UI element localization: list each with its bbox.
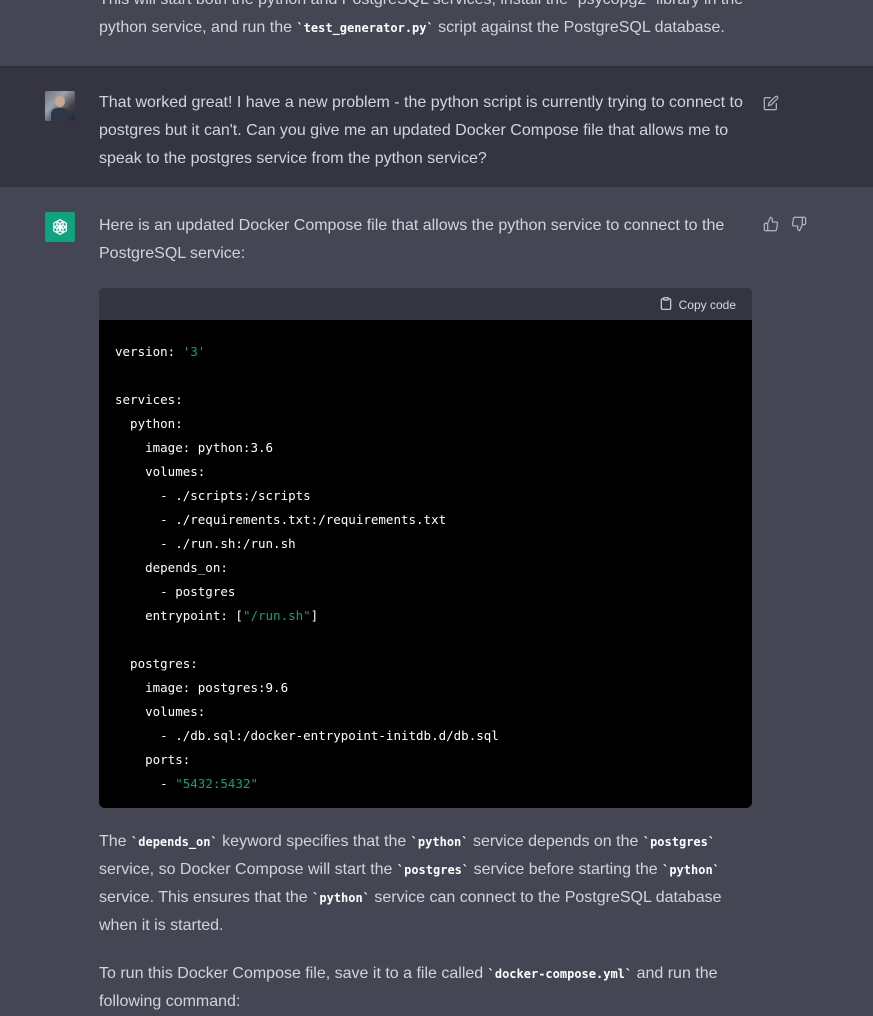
inline-code: `python`: [312, 891, 370, 905]
code-line: entrypoint: ["/run.sh"]: [115, 608, 319, 623]
clipboard-icon: [659, 296, 673, 314]
code-line: volumes:: [115, 464, 206, 479]
openai-logo-icon: [45, 212, 75, 242]
code-line: image: python:3.6: [115, 440, 274, 455]
code-line: - ./requirements.txt:/requirements.txt: [115, 512, 447, 527]
code-block-header: Copy code: [99, 288, 752, 320]
previous-reply-block: This will start both the python and Post…: [0, 0, 873, 66]
code-line: image: postgres:9.6: [115, 680, 289, 695]
copy-code-button[interactable]: Copy code: [659, 296, 736, 314]
previous-reply-text: This will start both the python and Post…: [99, 0, 749, 42]
run-instructions-text: To run this Docker Compose file, save it…: [99, 965, 718, 1010]
copy-code-label: Copy code: [678, 298, 736, 312]
code-line: services:: [115, 392, 183, 407]
code-line: ports:: [115, 752, 191, 767]
code-line: - ./run.sh:/run.sh: [115, 536, 296, 551]
code-line: - "5432:5432": [115, 776, 259, 791]
code-line: depends_on:: [115, 560, 228, 575]
inline-code: `postgres`: [642, 835, 716, 849]
inline-code: `python`: [410, 835, 469, 849]
inline-code: `test_generator.py`: [296, 21, 434, 35]
user-message-text: That worked great! I have a new problem …: [99, 94, 743, 167]
code-line: volumes:: [115, 704, 206, 719]
code-line: - postgres: [115, 584, 236, 599]
thumbs-up-icon[interactable]: [762, 215, 780, 233]
code-line: python:: [115, 416, 183, 431]
code-block: Copy code version: '3' services: python:…: [99, 288, 752, 808]
code-line: - ./scripts:/scripts: [115, 488, 311, 503]
inline-code: `python`: [662, 863, 720, 877]
explanation-text: The `depends_on` keyword specifies that …: [99, 833, 722, 934]
user-avatar: [45, 91, 75, 121]
inline-code: `postgres`: [396, 863, 470, 877]
previous-reply-line1: This will start both the python and Post…: [99, 0, 743, 8]
code-line: - ./db.sql:/docker-entrypoint-initdb.d/d…: [115, 728, 499, 743]
code-body: version: '3' services: python: image: py…: [99, 320, 752, 796]
edit-icon[interactable]: [762, 94, 780, 112]
thumbs-down-icon[interactable]: [790, 215, 808, 233]
assistant-intro-text: Here is an updated Docker Compose file t…: [99, 217, 725, 262]
inline-code: `docker-compose.yml`: [487, 967, 633, 981]
code-line: postgres:: [115, 656, 198, 671]
inline-code: `depends_on`: [131, 835, 218, 849]
code-line: version: '3': [115, 344, 206, 359]
